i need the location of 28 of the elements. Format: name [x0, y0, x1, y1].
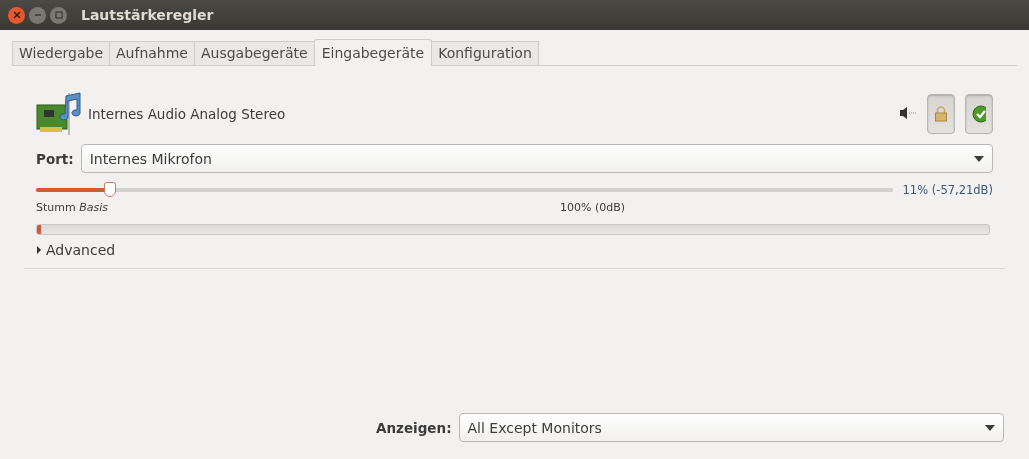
minimize-icon[interactable] — [29, 6, 46, 24]
volume-reading: 11% (-57,21dB) — [902, 183, 993, 197]
base-mark-label: Basis — [79, 201, 108, 215]
slider-thumb[interactable] — [103, 182, 116, 197]
default-device-button[interactable] — [965, 94, 993, 134]
device-name: Internes Audio Analog Stereo — [88, 106, 287, 122]
show-dropdown[interactable]: All Except Monitors — [458, 413, 1004, 442]
port-dropdown[interactable]: Internes Mikrofon — [80, 144, 993, 173]
check-icon — [972, 105, 986, 123]
full-volume-mark-label: 100% (0dB) — [560, 201, 626, 214]
tab[interactable]: Ausgabegeräte — [194, 41, 315, 65]
sound-card-icon — [36, 91, 82, 137]
window-title: Lautstärkeregler — [81, 7, 214, 23]
caret-icon — [985, 424, 995, 431]
port-label: Port: — [36, 150, 74, 167]
show-label: Anzeigen: — [376, 419, 452, 436]
tab[interactable]: Eingabegeräte — [313, 39, 433, 66]
maximize-icon[interactable] — [50, 6, 67, 24]
expander-arrow-icon — [36, 246, 42, 254]
close-icon[interactable] — [8, 6, 25, 24]
advanced-expander[interactable]: Advanced — [36, 242, 116, 258]
lock-button[interactable] — [927, 94, 955, 134]
tab[interactable]: Aufnahme — [109, 41, 195, 65]
padlock-icon — [934, 106, 948, 122]
caret-icon — [974, 155, 984, 162]
tab[interactable]: Wiedergabe — [12, 41, 110, 65]
tab[interactable]: Konfiguration — [431, 41, 539, 65]
mute-mark-label: Stumm — [36, 201, 76, 215]
